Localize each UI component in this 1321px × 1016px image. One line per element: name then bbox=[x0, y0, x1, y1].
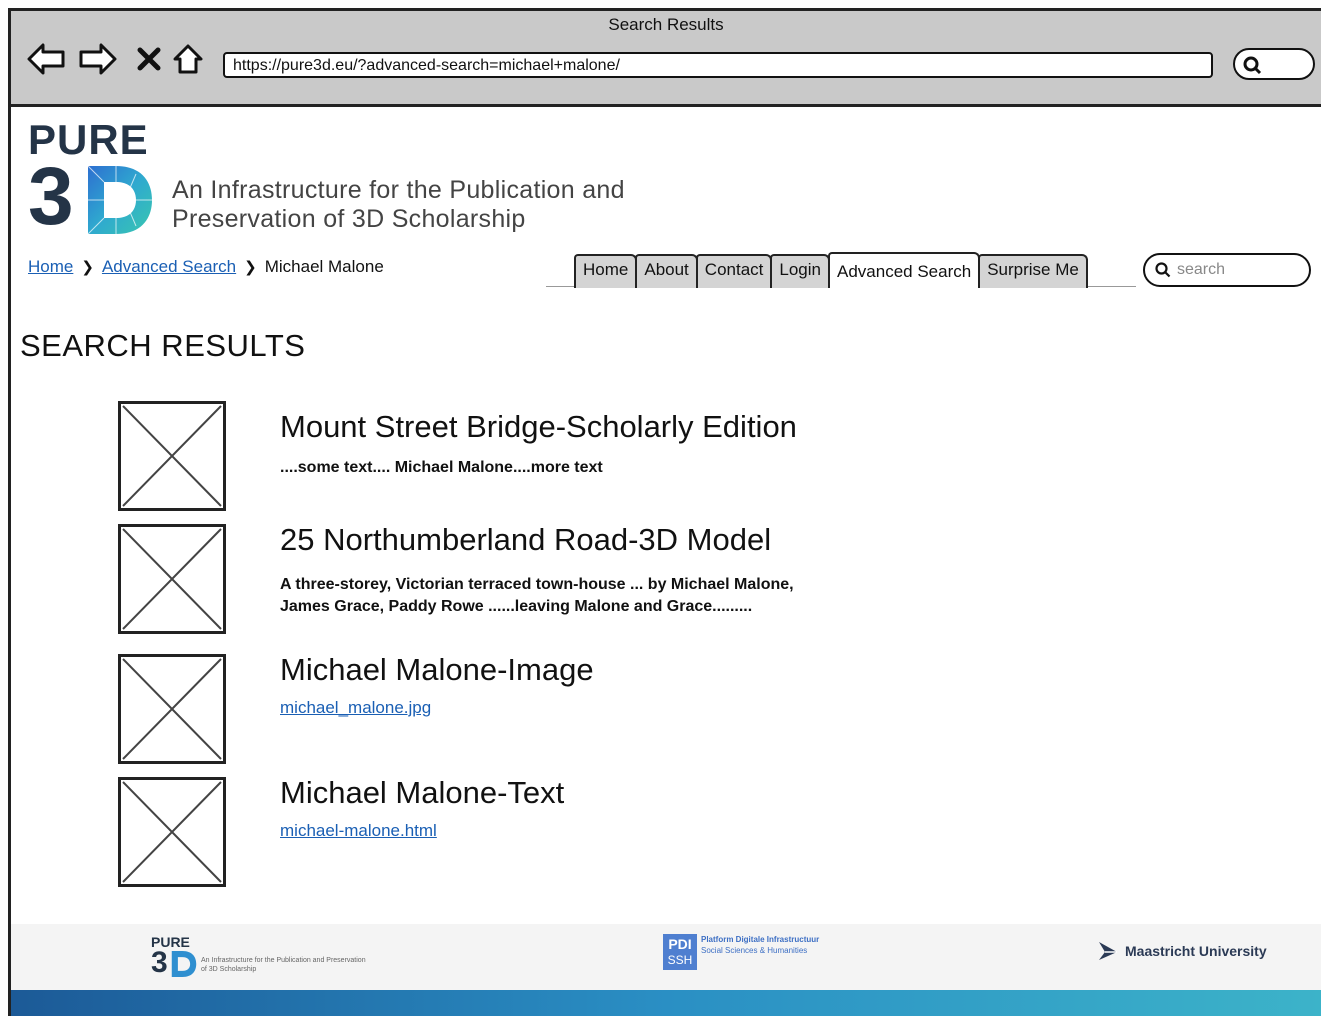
page-title: SEARCH RESULTS bbox=[20, 328, 306, 363]
tab-advanced-search[interactable]: Advanced Search bbox=[828, 252, 981, 288]
university-emblem-icon bbox=[1099, 942, 1117, 960]
maastricht-university-logo[interactable]: Maastricht University bbox=[1097, 940, 1267, 962]
stop-icon[interactable] bbox=[129, 39, 169, 79]
main-nav-tabs: Home About Contact Login Advanced Search… bbox=[574, 252, 1088, 288]
logo-d-mark-icon bbox=[87, 165, 152, 235]
image-placeholder-icon bbox=[122, 528, 222, 630]
footer-gradient-bar bbox=[11, 990, 1321, 1016]
site-footer: PURE 3 An Infrastructure for the Publica… bbox=[11, 924, 1321, 990]
university-name: Maastricht University bbox=[1125, 943, 1267, 959]
result-thumbnail-placeholder[interactable] bbox=[118, 777, 226, 887]
url-bar[interactable]: https://pure3d.eu/?advanced-search=micha… bbox=[223, 52, 1213, 78]
search-icon bbox=[1155, 262, 1171, 278]
tab-about[interactable]: About bbox=[635, 254, 698, 288]
result-thumbnail-placeholder[interactable] bbox=[118, 524, 226, 634]
site-search-input[interactable] bbox=[1177, 261, 1297, 279]
site-search-box[interactable] bbox=[1143, 253, 1311, 287]
browser-chrome: Search Results https://pure3d.eu/?advanc… bbox=[11, 11, 1321, 107]
logo-d-mark-icon bbox=[171, 951, 197, 977]
tab-contact[interactable]: Contact bbox=[695, 254, 773, 288]
breadcrumb-home-link[interactable]: Home bbox=[28, 257, 73, 277]
result-snippet: ....some text.... Michael Malone....more… bbox=[280, 459, 603, 476]
browser-search-box[interactable] bbox=[1233, 48, 1315, 80]
result-thumbnail-placeholder[interactable] bbox=[118, 654, 226, 764]
pure3d-logo[interactable]: PURE 3 bbox=[28, 116, 156, 242]
result-title[interactable]: Mount Street Bridge-Scholarly Edition bbox=[280, 409, 797, 445]
forward-icon[interactable] bbox=[77, 39, 117, 79]
site-tagline: An Infrastructure for the Publication an… bbox=[172, 176, 625, 234]
footer-pure3d-logo[interactable]: PURE 3 An Infrastructure for the Publica… bbox=[151, 934, 371, 984]
result-thumbnail-placeholder[interactable] bbox=[118, 401, 226, 511]
back-icon[interactable] bbox=[27, 39, 67, 79]
pdi-ssh-logo[interactable]: PDI SSH Platform Digitale Infrastructuur… bbox=[663, 934, 819, 970]
pdi-box-top: PDI bbox=[668, 936, 692, 952]
tab-home[interactable]: Home bbox=[574, 254, 638, 288]
image-placeholder-icon bbox=[122, 658, 222, 760]
footer-logo-3: 3 bbox=[151, 946, 168, 979]
result-title[interactable]: Michael Malone-Image bbox=[280, 652, 594, 688]
chevron-right-icon: ❯ bbox=[244, 259, 257, 276]
breadcrumb-advanced-search-link[interactable]: Advanced Search bbox=[102, 257, 236, 277]
tagline-line-2: Preservation of 3D Scholarship bbox=[172, 205, 526, 233]
result-file-link[interactable]: michael_malone.jpg bbox=[280, 698, 431, 718]
home-icon[interactable] bbox=[168, 39, 208, 79]
tab-login[interactable]: Login bbox=[770, 254, 830, 288]
search-icon bbox=[1243, 56, 1262, 75]
footer-tagline: An Infrastructure for the Publication an… bbox=[201, 957, 366, 973]
image-placeholder-icon bbox=[122, 405, 222, 507]
image-placeholder-icon bbox=[122, 781, 222, 883]
breadcrumb-current: Michael Malone bbox=[264, 257, 384, 276]
pdi-line-1: Platform Digitale Infrastructuur bbox=[701, 935, 820, 944]
pdi-ssh-mark: PDI SSH bbox=[663, 934, 697, 970]
breadcrumb: Home ❯ Advanced Search ❯ Michael Malone bbox=[28, 257, 384, 277]
chevron-right-icon: ❯ bbox=[81, 259, 94, 276]
tab-surprise-me[interactable]: Surprise Me bbox=[978, 254, 1088, 288]
result-title[interactable]: 25 Northumberland Road-3D Model bbox=[280, 522, 771, 558]
result-title[interactable]: Michael Malone-Text bbox=[280, 775, 564, 811]
pdi-line-2: Social Sciences & Humanities bbox=[701, 946, 808, 955]
result-snippet: A three-storey, Victorian terraced town-… bbox=[280, 576, 794, 615]
window-title: Search Results bbox=[608, 15, 724, 34]
tagline-line-1: An Infrastructure for the Publication an… bbox=[172, 176, 625, 204]
pdi-box-bottom: SSH bbox=[667, 953, 693, 967]
logo-3-text: 3 bbox=[28, 151, 74, 242]
pdi-ssh-text: Platform Digitale Infrastructuur Social … bbox=[701, 934, 819, 956]
result-file-link[interactable]: michael-malone.html bbox=[280, 821, 437, 841]
